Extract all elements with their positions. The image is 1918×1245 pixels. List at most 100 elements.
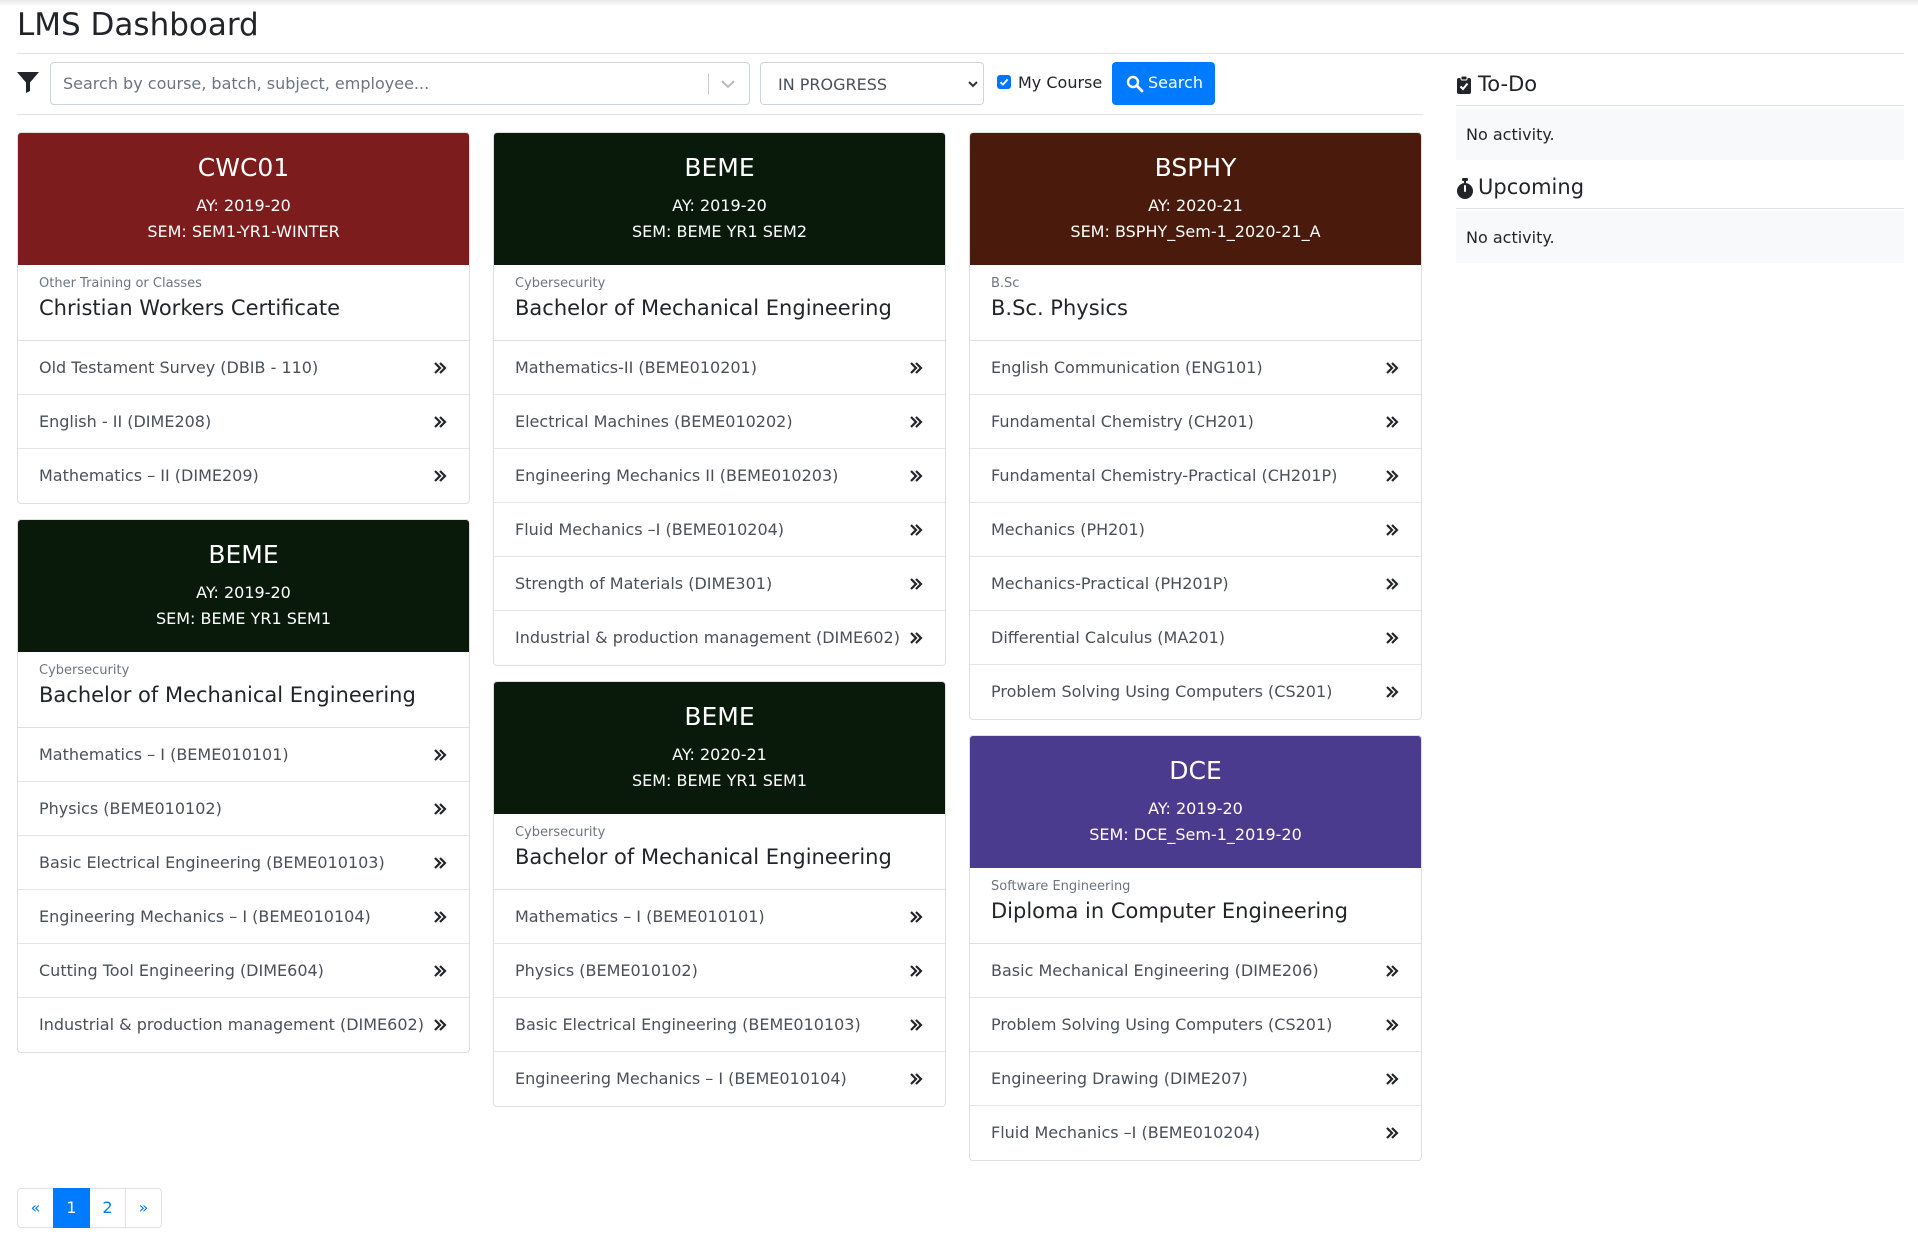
double-chevron-right-icon[interactable]: [909, 1017, 923, 1033]
double-chevron-right-icon[interactable]: [1385, 414, 1399, 430]
subject-row[interactable]: Old Testament Survey (DBIB - 110): [18, 341, 469, 395]
course-category: Cybersecurity: [515, 825, 606, 840]
pagination-page-2[interactable]: 2: [89, 1188, 126, 1228]
subject-label: Cutting Tool Engineering (DIME604): [39, 961, 324, 980]
chevron-down-icon[interactable]: [718, 75, 738, 93]
todo-panel: No activity.: [1456, 108, 1904, 160]
double-chevron-right-icon[interactable]: [433, 855, 447, 871]
double-chevron-right-icon[interactable]: [909, 630, 923, 646]
course-card-header[interactable]: BEME AY: 2019-20 SEM: BEME YR1 SEM1: [18, 520, 469, 652]
subject-row[interactable]: Mechanics (PH201): [970, 503, 1421, 557]
subject-row[interactable]: English - II (DIME208): [18, 395, 469, 449]
double-chevron-right-icon[interactable]: [433, 468, 447, 484]
double-chevron-right-icon[interactable]: [1385, 522, 1399, 538]
double-chevron-right-icon[interactable]: [1385, 963, 1399, 979]
double-chevron-right-icon[interactable]: [909, 360, 923, 376]
course-card-header[interactable]: DCE AY: 2019-20 SEM: DCE_Sem-1_2019-20: [970, 736, 1421, 868]
double-chevron-right-icon[interactable]: [909, 576, 923, 592]
course-info: Software Engineering Diploma in Computer …: [970, 868, 1421, 944]
double-chevron-right-icon[interactable]: [1385, 1125, 1399, 1141]
double-chevron-right-icon[interactable]: [909, 468, 923, 484]
semester: SEM: BEME YR1 SEM1: [155, 609, 332, 628]
subject-row[interactable]: Mechanics-Practical (PH201P): [970, 557, 1421, 611]
subject-row[interactable]: Mathematics – II (DIME209): [18, 449, 469, 503]
double-chevron-right-icon[interactable]: [909, 909, 923, 925]
double-chevron-right-icon[interactable]: [433, 747, 447, 763]
double-chevron-right-icon[interactable]: [433, 909, 447, 925]
double-chevron-right-icon[interactable]: [909, 1071, 923, 1087]
status-select[interactable]: IN PROGRESS: [760, 62, 984, 105]
subject-row[interactable]: Engineering Mechanics – I (BEME010104): [494, 1052, 945, 1106]
course-card-header[interactable]: BEME AY: 2019-20 SEM: BEME YR1 SEM2: [494, 133, 945, 265]
double-chevron-right-icon[interactable]: [433, 414, 447, 430]
subject-row[interactable]: Basic Electrical Engineering (BEME010103…: [494, 998, 945, 1052]
course-card-header[interactable]: CWC01 AY: 2019-20 SEM: SEM1-YR1-WINTER: [18, 133, 469, 265]
search-input[interactable]: [51, 63, 706, 104]
stopwatch-icon: [1457, 178, 1473, 199]
course-card-header[interactable]: BSPHY AY: 2020-21 SEM: BSPHY_Sem-1_2020-21…: [970, 133, 1421, 265]
double-chevron-right-icon[interactable]: [433, 963, 447, 979]
search-button[interactable]: Search: [1112, 62, 1215, 105]
subject-row[interactable]: Physics (BEME010102): [494, 944, 945, 998]
double-chevron-right-icon[interactable]: [909, 522, 923, 538]
double-chevron-right-icon[interactable]: [909, 963, 923, 979]
subject-row[interactable]: Differential Calculus (MA201): [970, 611, 1421, 665]
my-course-checkbox[interactable]: [997, 75, 1011, 89]
subject-row[interactable]: Engineering Mechanics – I (BEME010104): [18, 890, 469, 944]
double-chevron-right-icon[interactable]: [1385, 576, 1399, 592]
course-code: DCE: [1169, 756, 1222, 785]
upcoming-empty-text: No activity.: [1466, 228, 1555, 247]
course-category: B.Sc: [991, 276, 1020, 291]
subject-label: Fundamental Chemistry-Practical (CH201P): [991, 466, 1338, 485]
double-chevron-right-icon[interactable]: [433, 1017, 447, 1033]
subject-row[interactable]: Mathematics-II (BEME010201): [494, 341, 945, 395]
subject-row[interactable]: Mathematics – I (BEME010101): [494, 890, 945, 944]
academic-year: AY: 2019-20: [1148, 799, 1243, 818]
semester: SEM: BEME YR1 SEM1: [631, 771, 808, 790]
double-chevron-right-icon[interactable]: [1385, 360, 1399, 376]
search-icon: [1126, 75, 1144, 93]
double-chevron-right-icon[interactable]: [1385, 630, 1399, 646]
subject-row[interactable]: Industrial & production management (DIME…: [494, 611, 945, 665]
pagination-next[interactable]: »: [125, 1188, 162, 1228]
course-card: BSPHY AY: 2020-21 SEM: BSPHY_Sem-1_2020-21…: [969, 132, 1422, 720]
subject-row[interactable]: Engineering Mechanics II (BEME010203): [494, 449, 945, 503]
subject-row[interactable]: Fundamental Chemistry (CH201): [970, 395, 1421, 449]
subject-row[interactable]: English Communication (ENG101): [970, 341, 1421, 395]
subject-row[interactable]: Strength of Materials (DIME301): [494, 557, 945, 611]
course-code: BSPHY: [1154, 153, 1237, 182]
course-card-header[interactable]: BEME AY: 2020-21 SEM: BEME YR1 SEM1: [494, 682, 945, 814]
double-chevron-right-icon[interactable]: [1385, 1071, 1399, 1087]
subject-row[interactable]: Physics (BEME010102): [18, 782, 469, 836]
pagination: « 1 2 »: [17, 1188, 162, 1228]
double-chevron-right-icon[interactable]: [1385, 684, 1399, 700]
double-chevron-right-icon[interactable]: [1385, 468, 1399, 484]
double-chevron-right-icon[interactable]: [433, 360, 447, 376]
double-chevron-right-icon[interactable]: [1385, 1017, 1399, 1033]
course-info: B.Sc B.Sc. Physics: [970, 265, 1421, 341]
subject-row[interactable]: Basic Mechanical Engineering (DIME206): [970, 944, 1421, 998]
course-card: CWC01 AY: 2019-20 SEM: SEM1-YR1-WINTER Othe…: [17, 132, 470, 504]
subject-row[interactable]: Industrial & production management (DIME…: [18, 998, 469, 1052]
double-chevron-right-icon[interactable]: [433, 801, 447, 817]
subject-row[interactable]: Engineering Drawing (DIME207): [970, 1052, 1421, 1106]
subject-row[interactable]: Electrical Machines (BEME010202): [494, 395, 945, 449]
search-button-label: Search: [1148, 73, 1203, 92]
subject-row[interactable]: Fluid Mechanics –I (BEME010204): [494, 503, 945, 557]
subject-label: Mechanics (PH201): [991, 520, 1145, 539]
subject-row[interactable]: Problem Solving Using Computers (CS201): [970, 998, 1421, 1052]
subject-row[interactable]: Fundamental Chemistry-Practical (CH201P): [970, 449, 1421, 503]
subject-label: Mathematics – I (BEME010101): [515, 907, 765, 926]
search-combobox[interactable]: [50, 62, 750, 105]
program-name: Diploma in Computer Engineering: [991, 899, 1348, 923]
pagination-page-1[interactable]: 1: [53, 1188, 90, 1228]
pagination-prev[interactable]: «: [17, 1188, 54, 1228]
subject-row[interactable]: Fluid Mechanics –I (BEME010204): [970, 1106, 1421, 1160]
subject-row[interactable]: Mathematics – I (BEME010101): [18, 728, 469, 782]
my-course-label[interactable]: My Course: [1018, 73, 1102, 92]
subject-row[interactable]: Basic Electrical Engineering (BEME010103…: [18, 836, 469, 890]
subject-row[interactable]: Problem Solving Using Computers (CS201): [970, 665, 1421, 719]
double-chevron-right-icon[interactable]: [909, 414, 923, 430]
todo-header: To-Do: [1456, 66, 1904, 106]
subject-row[interactable]: Cutting Tool Engineering (DIME604): [18, 944, 469, 998]
